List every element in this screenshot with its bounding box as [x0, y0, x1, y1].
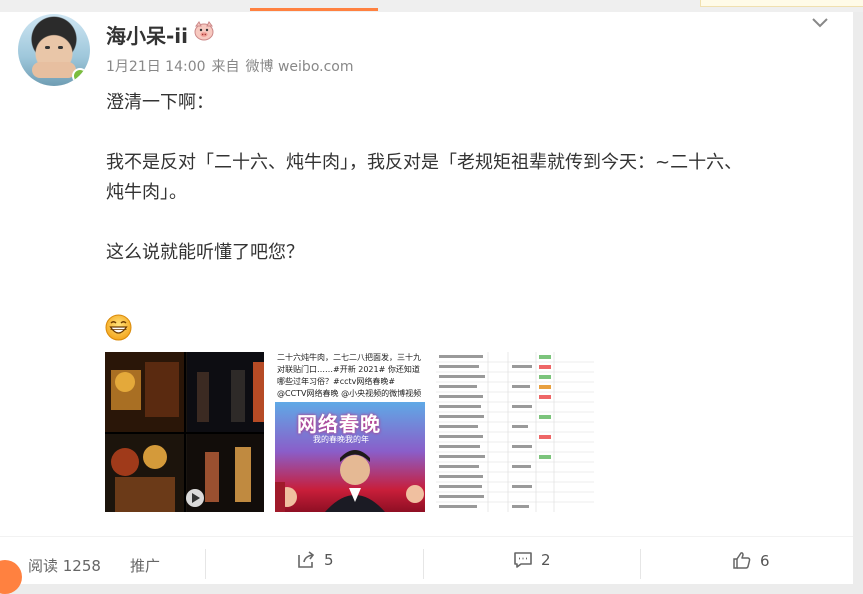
page-margin	[853, 12, 863, 584]
share-button[interactable]: 5	[296, 551, 334, 569]
post-line: 我不是反对「二十六、炖牛肉」，我反对是「老规矩祖辈就传到今天：~二十六、	[106, 152, 743, 173]
video-collage-image	[105, 352, 264, 512]
pig-icon	[194, 21, 214, 41]
comment-button[interactable]: 2	[513, 551, 551, 569]
comment-count: 2	[541, 551, 551, 569]
laughing-emoji-icon	[105, 314, 132, 341]
comment-icon	[514, 552, 532, 568]
avatar-eye	[45, 46, 50, 49]
image-thumbnail[interactable]	[105, 352, 264, 512]
divider	[640, 549, 641, 579]
post-date[interactable]: 1月21日 14:00	[106, 59, 206, 75]
online-badge	[72, 68, 88, 84]
thumbnail-caption: 二十六炖牛肉，二七二八把面发，三十九对联贴门口……#开新 2021# 你还知道哪…	[277, 353, 422, 398]
post-text: 澄清一下啊： 我不是反对「二十六、炖牛肉」，我反对是「老规矩祖辈就传到今天：~二…	[106, 88, 826, 268]
thumbnail-scene: 网络春晚 我的春晚我的年	[275, 402, 425, 512]
avatar[interactable]	[18, 14, 90, 86]
post-line: 炖牛肉」。	[106, 182, 187, 203]
active-tab-indicator	[250, 8, 378, 11]
action-bar: 阅读 1258 推广 5 2 6	[0, 536, 853, 585]
like-count: 6	[760, 551, 770, 570]
spreadsheet-image	[436, 352, 594, 512]
avatar-eye	[58, 46, 63, 49]
source-prefix: 来自	[211, 59, 240, 75]
read-count: 阅读 1258	[28, 557, 101, 575]
image-thumbnail[interactable]: 二十六炖牛肉，二七二八把面发，三十九对联贴门口……#开新 2021# 你还知道哪…	[275, 352, 425, 512]
share-icon	[298, 551, 315, 568]
avatar-hand	[32, 62, 76, 78]
notice-bar	[700, 0, 863, 7]
weibo-post-card: 海小呆-ii 1月21日 14:00 来自 微博 weibo.com 澄清一下啊： …	[0, 12, 853, 584]
username[interactable]: 海小呆-ii	[106, 20, 188, 49]
image-thumbnail[interactable]	[436, 352, 594, 512]
thumbs-up-icon	[733, 552, 751, 569]
share-count: 5	[324, 551, 334, 569]
post-line: 澄清一下啊：	[106, 92, 214, 113]
divider	[423, 549, 424, 579]
host-figure	[275, 450, 424, 512]
post-meta: 1月21日 14:00 来自 微博 weibo.com	[106, 56, 360, 76]
post-line: 这么说就能听懂了吧您？	[106, 242, 304, 263]
top-strip	[0, 0, 863, 12]
post-source[interactable]: 微博 weibo.com	[246, 59, 354, 75]
promote-button[interactable]: 推广	[130, 555, 160, 576]
like-button[interactable]: 6	[732, 551, 770, 570]
chevron-down-icon[interactable]	[810, 16, 830, 30]
divider	[205, 549, 206, 579]
